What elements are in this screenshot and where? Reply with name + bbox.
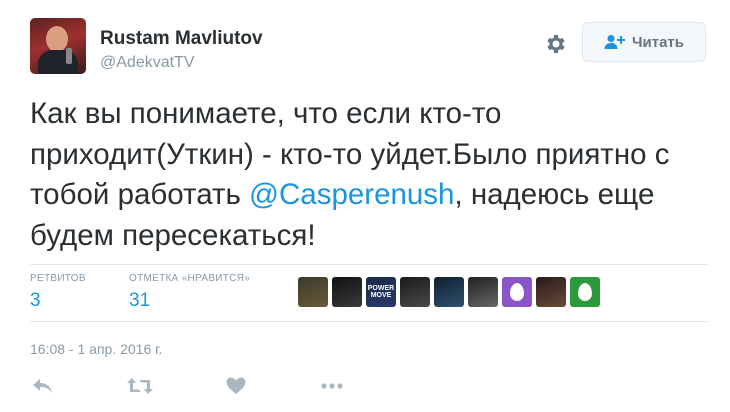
liker-avatar[interactable] [502, 277, 532, 307]
author-handle[interactable]: @AdekvatTV [100, 54, 195, 72]
likes-count[interactable]: 31 [129, 290, 150, 312]
timestamp[interactable]: 16:08 - 1 апр. 2016 г. [30, 341, 162, 357]
gear-icon[interactable] [541, 30, 569, 58]
add-user-icon [604, 35, 625, 49]
liker-avatar[interactable] [536, 277, 566, 307]
liker-avatar[interactable] [468, 277, 498, 307]
liker-avatar[interactable] [400, 277, 430, 307]
retweets-count[interactable]: 3 [30, 290, 41, 312]
liker-avatar[interactable] [298, 277, 328, 307]
liker-avatars: POWER MOVE [298, 277, 600, 307]
reply-icon[interactable] [32, 374, 54, 398]
egg-icon [578, 283, 592, 301]
avatar-microphone [66, 48, 72, 64]
follow-button-label: Читать [631, 33, 685, 51]
retweets-label: РЕТВИТОВ [30, 273, 86, 284]
mention-link[interactable]: @Casperenush [249, 178, 454, 211]
likes-label: ОТМЕТКА «НРАВИТСЯ» [129, 273, 251, 284]
avatar-head [46, 26, 68, 52]
tweet-text: Как вы понимаете, что если кто-то приход… [30, 94, 710, 256]
avatar[interactable] [30, 18, 86, 74]
author-name[interactable]: Rustam Mavliutov [100, 28, 263, 50]
liker-avatar[interactable] [434, 277, 464, 307]
liker-avatar[interactable] [570, 277, 600, 307]
liker-avatar-text: POWER MOVE [367, 285, 395, 299]
liker-avatar[interactable] [332, 277, 362, 307]
divider-top [30, 264, 708, 265]
heart-icon[interactable] [226, 374, 246, 398]
more-icon[interactable] [321, 374, 343, 398]
divider-bottom [30, 321, 708, 322]
retweet-icon[interactable] [126, 374, 154, 398]
liker-avatar[interactable]: POWER MOVE [366, 277, 396, 307]
egg-icon [510, 283, 524, 301]
avatar-body [38, 50, 78, 74]
follow-button[interactable]: Читать [582, 22, 706, 62]
